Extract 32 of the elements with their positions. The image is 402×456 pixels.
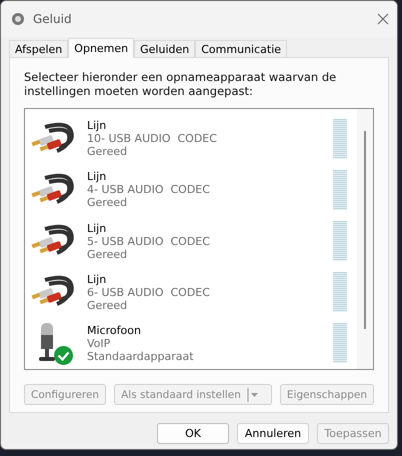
device-name: Lijn [87, 119, 108, 132]
device-status: Gereed [87, 196, 128, 210]
tab[interactable]: Opnemen [68, 38, 134, 58]
level-meter-icon [333, 323, 347, 364]
device-name: Microfoon [87, 324, 142, 337]
button[interactable]: OK [157, 423, 229, 444]
instruction-text: Selecteer hieronder een opnameapparaat waarvan de instellingen moeten worden aangepast: [24, 70, 338, 98]
scrollbar[interactable] [357, 109, 373, 369]
device-description: 6- USB AUDIO CODEC [87, 286, 211, 299]
level-meter-icon [333, 272, 347, 312]
tab[interactable]: Afspelen [9, 40, 68, 58]
device-description: 10- USB AUDIO CODEC [87, 132, 218, 146]
caret-icon [246, 388, 259, 402]
level-meter-icon [333, 170, 347, 210]
device-status: Gereed [87, 298, 128, 312]
device-name: Lijn [87, 272, 108, 286]
device-description: 5- USB AUDIO CODEC [87, 234, 211, 248]
tab[interactable]: Communicatie [195, 40, 288, 58]
device-status: Gereed [87, 248, 128, 260]
microphone-icon [39, 323, 55, 362]
level-meter-icon [333, 118, 347, 159]
device-name: Lijn [87, 222, 108, 234]
button[interactable]: Annuleren [237, 423, 309, 444]
level-meter-icon [333, 221, 347, 261]
device-description: VoIP [87, 336, 112, 350]
tab[interactable]: Geluiden [134, 40, 196, 58]
device-status: Standaardapparaat [87, 350, 195, 363]
device-description: 4- USB AUDIO CODEC [87, 183, 211, 196]
device-status: Gereed [87, 145, 128, 158]
close-icon[interactable] [377, 13, 389, 25]
device-name: Lijn [87, 170, 108, 184]
window-title: Geluid [33, 12, 73, 26]
